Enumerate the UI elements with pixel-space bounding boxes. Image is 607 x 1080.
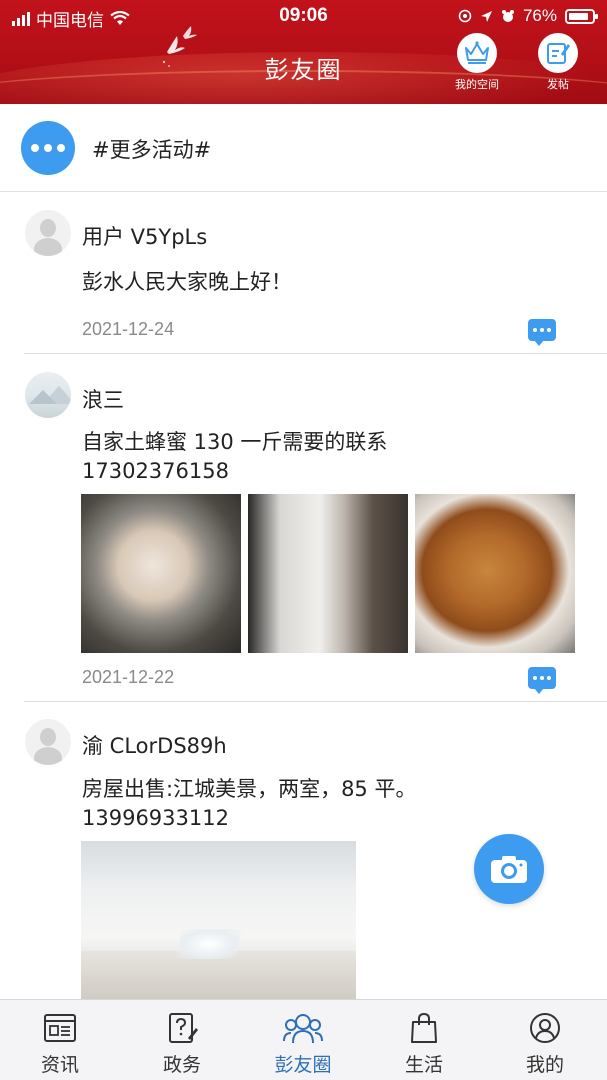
- post-content-line: 13996933112: [82, 806, 229, 830]
- more-activities-label: #更多活动#: [92, 138, 212, 162]
- location-icon: [480, 10, 492, 22]
- post-content: 彭水人民大家晚上好！: [82, 270, 292, 294]
- post-username[interactable]: 浪三: [82, 384, 124, 414]
- post-photo[interactable]: [81, 841, 356, 999]
- post-content: 房屋出售:江城美景，两室，85 平。 13996933112: [82, 775, 577, 833]
- app-header: 中国电信 09:06 76% 彭友圈 我的空间 发帖: [0, 0, 607, 104]
- tab-friends-circle[interactable]: 彭友圈: [258, 1010, 348, 1077]
- tab-label: 资讯: [40, 1054, 79, 1076]
- government-icon: [137, 1010, 227, 1046]
- post-button[interactable]: 发帖: [528, 33, 588, 92]
- user-icon: [500, 1010, 590, 1046]
- feed-post: 用户 V5YpLs 彭水人民大家晚上好！ 2021-12-24: [0, 193, 607, 354]
- post-photo[interactable]: [248, 494, 408, 653]
- news-icon: [15, 1010, 105, 1046]
- page-title: 彭友圈: [264, 56, 343, 84]
- tab-label: 生活: [404, 1054, 443, 1076]
- photo-grid: [81, 494, 575, 653]
- post-username[interactable]: 渝 CLorDS89h: [82, 730, 227, 760]
- post-photo[interactable]: [81, 494, 241, 653]
- tab-news[interactable]: 资讯: [15, 1010, 105, 1077]
- my-space-label: 我的空间: [455, 78, 499, 91]
- shopping-bag-icon: [379, 1010, 469, 1046]
- tab-mine[interactable]: 我的: [500, 1010, 590, 1077]
- post-username[interactable]: 用户 V5YpLs: [82, 221, 207, 251]
- battery-percent: 76%: [522, 6, 557, 25]
- tab-label: 政务: [162, 1054, 201, 1076]
- tab-label: 彭友圈: [274, 1054, 332, 1076]
- post-date: 2021-12-24: [82, 319, 175, 339]
- camera-button[interactable]: [474, 834, 544, 904]
- avatar[interactable]: [25, 210, 71, 256]
- comment-icon[interactable]: [528, 319, 556, 346]
- tab-life[interactable]: 生活: [379, 1010, 469, 1077]
- bottom-tab-bar: 资讯 政务 彭友圈 生活 我的: [0, 999, 607, 1080]
- my-space-button[interactable]: 我的空间: [447, 33, 507, 92]
- feed-post: 浪三 自家土蜂蜜 130 一斤需要的联系 17302376158 2021-12…: [0, 354, 607, 702]
- avatar[interactable]: [25, 372, 71, 418]
- more-icon: [21, 121, 75, 175]
- edit-icon: [538, 33, 578, 73]
- comment-icon[interactable]: [528, 667, 556, 694]
- more-activities-bar[interactable]: #更多活动#: [0, 104, 607, 192]
- status-right: 76%: [458, 6, 598, 26]
- post-date: 2021-12-22: [82, 667, 175, 687]
- post-content-line: 17302376158: [82, 459, 229, 483]
- post-photo[interactable]: [415, 494, 575, 653]
- status-bar: 中国电信 09:06 76%: [0, 0, 607, 34]
- tab-label: 我的: [525, 1054, 564, 1076]
- post-content-line: 自家土蜂蜜 130 一斤需要的联系: [82, 430, 388, 454]
- alarm-icon: [501, 10, 514, 22]
- post-content: 自家土蜂蜜 130 一斤需要的联系 17302376158: [82, 428, 577, 486]
- avatar[interactable]: [25, 719, 71, 765]
- camera-icon: [491, 856, 527, 883]
- post-content-line: 房屋出售:江城美景，两室，85 平。: [82, 777, 417, 801]
- screen-lock-icon: [458, 9, 472, 23]
- post-label: 发帖: [547, 78, 569, 91]
- crown-icon: [457, 33, 497, 73]
- battery-icon: [565, 8, 598, 24]
- friends-icon: [258, 1010, 348, 1046]
- tab-government[interactable]: 政务: [137, 1010, 227, 1077]
